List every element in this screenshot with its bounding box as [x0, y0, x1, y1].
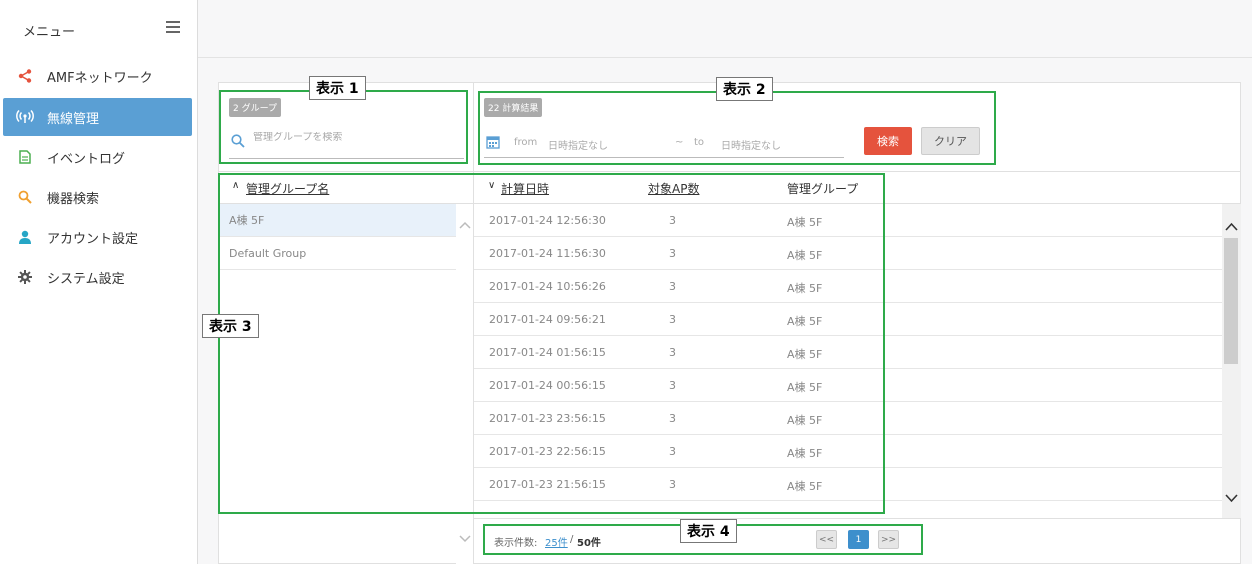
- sidebar-item-label: アカウント設定: [47, 231, 139, 247]
- annotation-label-3: 表示 3: [202, 314, 259, 338]
- annotation-box-2: [478, 91, 996, 165]
- sidebar-title: メニュー: [23, 25, 76, 40]
- sidebar-item-event-log[interactable]: イベントログ: [3, 138, 192, 176]
- sidebar-item-system-settings[interactable]: システム設定: [3, 258, 192, 296]
- top-bar: [198, 0, 1252, 58]
- search-icon: [16, 188, 34, 206]
- chevron-down-icon[interactable]: [459, 532, 471, 546]
- sidebar-item-label: イベントログ: [47, 151, 126, 167]
- hamburger-menu-icon[interactable]: [166, 21, 180, 33]
- document-icon: [16, 148, 34, 166]
- sidebar-item-label: システム設定: [47, 271, 125, 287]
- sidebar-header: メニュー: [0, 0, 197, 58]
- sidebar-item-label: 無線管理: [47, 111, 100, 127]
- chevron-up-icon[interactable]: [1225, 220, 1238, 234]
- annotation-label-2: 表示 2: [716, 77, 773, 101]
- share-icon: [16, 67, 34, 85]
- sidebar-item-wireless[interactable]: 無線管理: [3, 98, 192, 136]
- scrollbar-thumb[interactable]: [1224, 238, 1238, 364]
- annotation-label-1: 表示 1: [309, 76, 366, 100]
- sidebar-item-label: AMFネットワーク: [47, 70, 153, 86]
- sidebar-item-device-search[interactable]: 機器検索: [3, 178, 192, 216]
- annotation-box-3: [218, 173, 885, 514]
- user-icon: [16, 228, 34, 246]
- annotation-label-4: 表示 4: [680, 519, 737, 543]
- gear-icon: [16, 268, 34, 286]
- sidebar-item-amf-network[interactable]: AMFネットワーク: [3, 57, 192, 95]
- annotation-box-1: [219, 90, 468, 164]
- results-scrollbar[interactable]: [1222, 204, 1241, 518]
- sidebar-item-account-settings[interactable]: アカウント設定: [3, 218, 192, 256]
- wireless-icon: [16, 108, 34, 126]
- chevron-down-icon[interactable]: [1225, 492, 1238, 506]
- sidebar: メニュー AMFネットワーク 無線管理 イベントログ 機器検索 アカウント設定: [0, 0, 198, 564]
- sidebar-item-label: 機器検索: [47, 191, 100, 207]
